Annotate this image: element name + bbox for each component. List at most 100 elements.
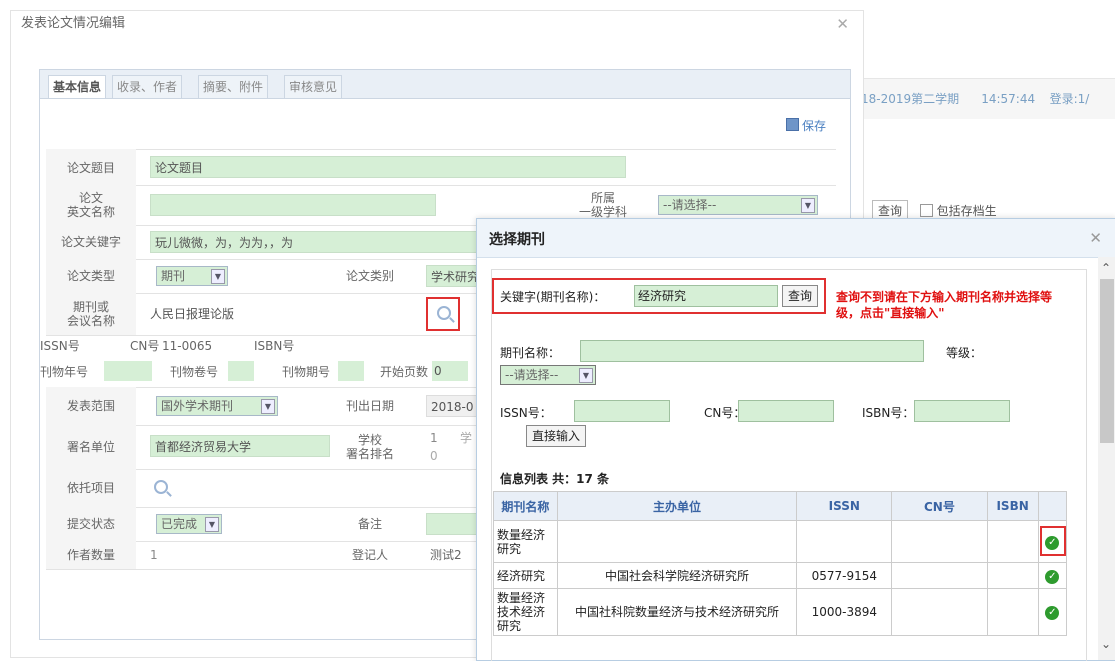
table-row[interactable]: 经济研究 中国社会科学院经济研究所 0577-9154 ✓ bbox=[493, 562, 1068, 589]
cn-input[interactable] bbox=[738, 400, 834, 422]
school-rank-sub: 0 bbox=[430, 449, 438, 463]
table-row[interactable]: 数量经济 研究 ✓ bbox=[493, 520, 1068, 563]
journal-table: 期刊名称 主办单位 ISSN CN号 ISBN 数量经济 研究 ✓ 经济研究 中… bbox=[493, 491, 1068, 636]
scroll-down-icon[interactable]: ⌄ bbox=[1101, 637, 1111, 651]
issue-label: 刊物期号 bbox=[282, 365, 331, 379]
issn-label: ISSN号 bbox=[40, 339, 80, 353]
journal-name-label: 期刊名称： bbox=[500, 346, 561, 360]
remark-input[interactable] bbox=[426, 513, 482, 535]
row-title: 论文题目 论文题目 bbox=[46, 149, 836, 186]
status-select-value: 已完成 bbox=[161, 517, 198, 531]
col-isbn: ISBN bbox=[986, 491, 1039, 521]
cn-label: CN号 bbox=[130, 339, 160, 353]
scope-select-value: 国外学术期刊 bbox=[161, 399, 234, 413]
col-select bbox=[1037, 491, 1068, 521]
unit-label: 署名单位 bbox=[66, 440, 115, 454]
year-input[interactable] bbox=[104, 361, 152, 381]
popup-close-icon[interactable]: ✕ bbox=[1089, 229, 1102, 247]
save-label: 保存 bbox=[801, 119, 826, 133]
isbn-label: ISBN号： bbox=[862, 406, 915, 420]
clock-label: 14:57:44 bbox=[981, 92, 1036, 106]
subject-select[interactable]: --请选择-- ▼ bbox=[658, 195, 818, 215]
tab-basic-info[interactable]: 基本信息 bbox=[48, 75, 107, 98]
category-label: 论文类别 bbox=[345, 269, 394, 283]
row-isbn bbox=[986, 562, 1039, 589]
english-name-input[interactable] bbox=[150, 194, 436, 216]
row-host-unit: 中国社会科学院经济研究所 bbox=[556, 562, 798, 589]
tab-bar: 基本信息 收录、作者 摘要、附件 审核意见 bbox=[39, 69, 851, 99]
popup-header: 选择期刊 ✕ bbox=[477, 219, 1115, 258]
dialog-close-icon[interactable]: ✕ bbox=[836, 15, 849, 33]
save-disk-icon bbox=[785, 118, 799, 131]
title-input[interactable]: 论文题目 bbox=[150, 156, 626, 178]
journal-label: 期刊或 会议名称 bbox=[66, 300, 115, 328]
col-host-unit: 主办单位 bbox=[556, 491, 798, 521]
school-rank-label: 学校 署名排名 bbox=[345, 433, 394, 461]
status-select[interactable]: 已完成 ▼ bbox=[156, 514, 222, 534]
keywords-label: 论文关键字 bbox=[60, 235, 121, 249]
category-input[interactable]: 学术研究 bbox=[426, 265, 482, 287]
row-isbn bbox=[986, 588, 1039, 636]
registrant-value: 测试2 bbox=[430, 548, 462, 562]
pub-date-label: 刊出日期 bbox=[345, 399, 394, 413]
table-row[interactable]: 数量经济 技术经济 研究 中国社科院数量经济与技术经济研究所 1000-3894… bbox=[493, 588, 1068, 636]
tab-indexing-authors[interactable]: 收录、作者 bbox=[112, 75, 183, 98]
keywords-input[interactable]: 玩儿微微，为，为为，，为 bbox=[150, 231, 480, 253]
direct-input-button[interactable]: 直接输入 bbox=[526, 425, 587, 447]
row-isbn bbox=[986, 520, 1039, 563]
table-header-row: 期刊名称 主办单位 ISSN CN号 ISBN bbox=[493, 491, 1068, 521]
english-name-label: 论文 英文名称 bbox=[66, 191, 115, 219]
level-select[interactable]: --请选择-- ▼ bbox=[500, 365, 596, 385]
school-rank-extra: 学 bbox=[460, 431, 473, 445]
volume-input[interactable] bbox=[228, 361, 254, 381]
level-label: 等级： bbox=[946, 346, 983, 360]
popup-title: 选择期刊 bbox=[489, 232, 545, 248]
project-search-icon[interactable] bbox=[154, 480, 168, 494]
issn-input[interactable] bbox=[574, 400, 670, 422]
list-count: 信息列表 共：17 条 bbox=[500, 472, 610, 486]
school-rank-value: 1 bbox=[430, 431, 438, 445]
no-result-warning: 查询不到请在下方输入期刊名称并选择等级，点击"直接输入" bbox=[836, 290, 1053, 320]
select-check-icon[interactable]: ✓ bbox=[1045, 606, 1060, 620]
isbn-label: ISBN号 bbox=[254, 339, 295, 353]
year-label: 刊物年号 bbox=[40, 365, 89, 379]
chevron-down-icon: ▼ bbox=[261, 399, 275, 414]
select-check-highlight bbox=[1039, 526, 1066, 556]
pub-date-input[interactable]: 2018-0 bbox=[426, 395, 482, 417]
select-check-icon[interactable]: ✓ bbox=[1045, 569, 1060, 584]
row-issn bbox=[796, 520, 893, 563]
keyword-search-highlight bbox=[492, 278, 826, 314]
row-host-unit bbox=[556, 520, 798, 563]
semester-label: 18-2019第二学期 bbox=[861, 92, 960, 106]
tab-review-comments[interactable]: 审核意见 bbox=[284, 75, 343, 98]
scroll-up-icon[interactable]: ⌃ bbox=[1101, 261, 1111, 275]
background-status-bar: 18-2019第二学期 14:57:44 登录:1/ bbox=[858, 78, 1115, 119]
chevron-down-icon: ▼ bbox=[205, 517, 219, 532]
author-count-value: 1 bbox=[150, 548, 158, 562]
row-select-cell: ✓ bbox=[1037, 588, 1068, 636]
type-select[interactable]: 期刊 ▼ bbox=[156, 266, 228, 286]
unit-input[interactable]: 首都经济贸易大学 bbox=[150, 435, 330, 457]
row-issn: 1000-3894 bbox=[796, 588, 893, 636]
search-icon[interactable] bbox=[437, 306, 451, 320]
row-select-cell: ✓ bbox=[1037, 520, 1068, 563]
save-button[interactable]: 保存 bbox=[785, 117, 826, 134]
subject-label: 所属 一级学科 bbox=[578, 191, 627, 219]
start-page-input[interactable]: 0 bbox=[432, 361, 468, 381]
isbn-input[interactable] bbox=[914, 400, 1010, 422]
issue-input[interactable] bbox=[338, 361, 364, 381]
scope-select[interactable]: 国外学术期刊 ▼ bbox=[156, 396, 278, 416]
popup-scrollbar[interactable]: ⌃ ⌄ bbox=[1098, 257, 1115, 660]
col-issn: ISSN bbox=[796, 491, 893, 521]
journal-name-input[interactable] bbox=[580, 340, 924, 362]
row-cn bbox=[891, 520, 988, 563]
start-page-value: 0 bbox=[434, 364, 442, 378]
project-label: 依托项目 bbox=[66, 481, 115, 495]
issn-label: ISSN号： bbox=[500, 406, 552, 420]
cn-value: 11-0065 bbox=[162, 339, 213, 353]
tab-abstract-attachments[interactable]: 摘要、附件 bbox=[198, 75, 269, 98]
chevron-down-icon: ▼ bbox=[801, 198, 815, 213]
archive-checkbox[interactable] bbox=[919, 204, 933, 217]
form-toolbar: 保存 bbox=[46, 111, 836, 150]
scroll-thumb[interactable] bbox=[1100, 279, 1114, 443]
